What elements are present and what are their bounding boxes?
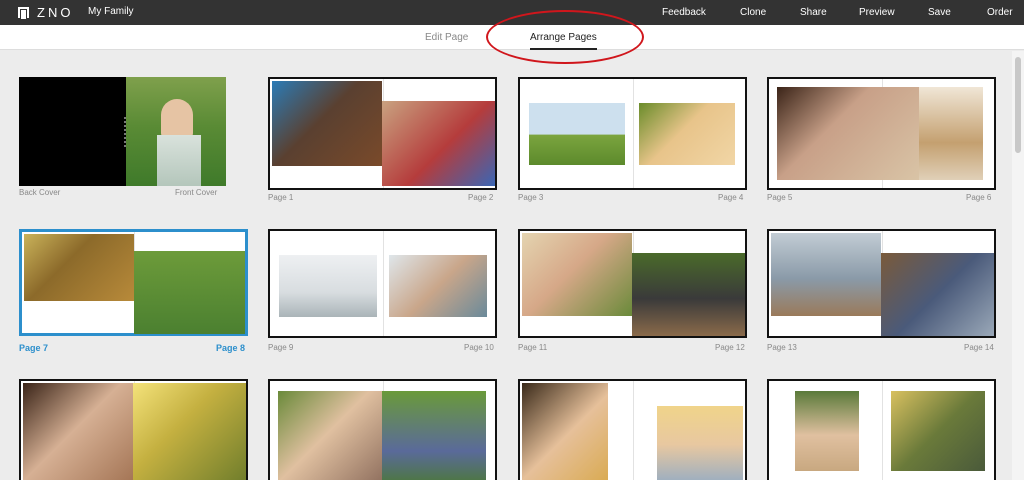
photo-toddler-blanket <box>795 391 859 471</box>
spread-label-right: Page 2 <box>468 193 494 202</box>
spread-label-left: Back Cover <box>19 188 61 197</box>
spread-row3-4[interactable] <box>767 379 996 480</box>
boy-face-photo <box>161 99 193 139</box>
back-cover-page <box>19 77 126 186</box>
photo-baby-knit-hat <box>891 391 985 471</box>
photo-boy-puppy <box>134 251 245 334</box>
spread-page-1-2[interactable] <box>268 77 497 190</box>
spread-label-right: Page 4 <box>718 193 744 202</box>
spread-label-left: Page 11 <box>518 343 548 352</box>
spread-label-right: Page 14 <box>964 343 994 352</box>
boy-shirt-photo <box>157 135 201 186</box>
logo-text: ZNO <box>37 5 74 20</box>
photo-kid-1 <box>272 81 382 166</box>
photo-baby-bow-sitting <box>657 406 743 480</box>
spread-page-5-6[interactable] <box>767 77 996 190</box>
spread-row3-3[interactable] <box>518 379 747 480</box>
tab-edit-page[interactable]: Edit Page <box>425 32 468 43</box>
zno-logo[interactable]: ZNO <box>18 5 74 20</box>
spread-label-left: Page 1 <box>268 193 294 202</box>
spread-cover[interactable] <box>19 77 226 186</box>
spread-label-right: Front Cover <box>175 188 218 197</box>
photo-baby-bluebonnets <box>382 391 486 480</box>
spread-label-right-active: Page 8 <box>216 343 246 353</box>
photo-boy-hat <box>881 253 994 336</box>
scroll-thumb[interactable] <box>1015 57 1021 153</box>
spread-row3-1[interactable] <box>19 379 248 480</box>
photo-father-son <box>279 255 377 317</box>
photo-boy-closeup <box>278 391 382 480</box>
clone-button[interactable]: Clone <box>740 7 766 18</box>
spread-page-9-10[interactable] <box>268 229 497 338</box>
save-button[interactable]: Save <box>928 7 951 18</box>
spread-label-right: Page 6 <box>966 193 992 202</box>
photo-baby-flower-crown <box>522 233 632 316</box>
photo-child-face <box>777 87 919 180</box>
photo-women-smiling <box>23 383 133 480</box>
photo-girls <box>639 103 735 165</box>
spread-page-11-12[interactable] <box>518 229 747 338</box>
spread-label-left: Page 5 <box>767 193 793 202</box>
photo-autumn-family <box>24 234 134 301</box>
spread-page-7-8[interactable] <box>19 229 248 336</box>
spread-page-3-4[interactable] <box>518 77 747 190</box>
photo-young-woman <box>919 87 983 180</box>
spread-label-right: Page 12 <box>715 343 745 352</box>
preview-button[interactable]: Preview <box>859 7 895 18</box>
share-button[interactable]: Share <box>800 7 827 18</box>
spread-label-left: Page 3 <box>518 193 544 202</box>
spread-label-left: Page 9 <box>268 343 294 352</box>
photo-family-group <box>389 255 487 317</box>
photo-family-bench <box>632 253 745 336</box>
spread-label-left-active: Page 7 <box>19 343 49 353</box>
order-button[interactable]: Order <box>987 7 1013 18</box>
vertical-scrollbar[interactable] <box>1012 51 1024 480</box>
photo-kid-2 <box>382 101 495 186</box>
photo-family-field <box>529 103 625 165</box>
photo-family-sunset <box>133 383 246 480</box>
spread-grid: Back Cover Front Cover Page 1 Page 2 Pag… <box>0 51 1012 480</box>
zno-logo-icon <box>18 7 29 19</box>
spread-row3-2[interactable] <box>268 379 497 480</box>
spread-label-right: Page 10 <box>464 343 494 352</box>
photo-baby-yellow-bow <box>522 383 608 480</box>
photo-boy-dock <box>771 233 881 316</box>
spread-label-left: Page 13 <box>767 343 797 352</box>
project-title[interactable]: My Family <box>88 6 134 17</box>
feedback-button[interactable]: Feedback <box>662 7 706 18</box>
spread-page-13-14[interactable] <box>767 229 996 338</box>
